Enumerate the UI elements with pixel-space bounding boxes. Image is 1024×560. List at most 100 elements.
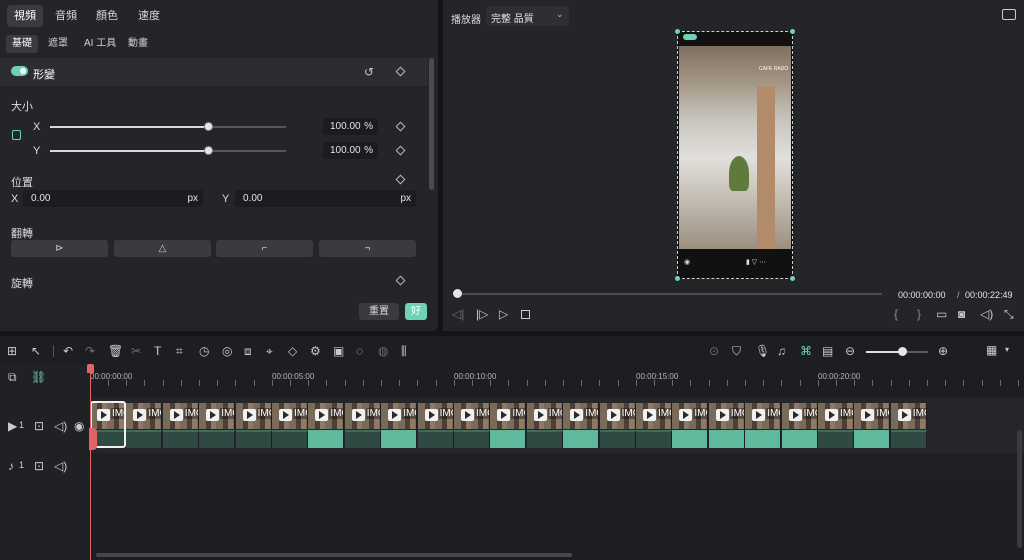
- crop-icon[interactable]: ⌗: [176, 345, 183, 357]
- add-track-icon[interactable]: ⧉: [8, 371, 17, 383]
- video-clip[interactable]: IMG: [636, 403, 672, 429]
- video-clip[interactable]: IMG: [199, 403, 236, 429]
- color-icon[interactable]: ◎: [222, 345, 232, 357]
- flip-vertical-button[interactable]: △: [114, 240, 211, 257]
- audio-waveform[interactable]: [818, 430, 854, 448]
- playhead[interactable]: [90, 364, 91, 560]
- subtab-ai-tools[interactable]: AI 工具: [78, 35, 122, 53]
- corner-handle[interactable]: [790, 29, 795, 34]
- rotate-left-button[interactable]: ⌐: [216, 240, 313, 257]
- scale-x-field[interactable]: 100.00%: [323, 118, 378, 135]
- mark-out-icon[interactable]: }: [917, 308, 921, 320]
- audio-wave-icon[interactable]: ⫼: [401, 345, 407, 357]
- ai-icon[interactable]: ◍: [378, 345, 388, 357]
- mute-track-icon[interactable]: ◁): [54, 460, 67, 472]
- reset-button[interactable]: 重置: [359, 303, 399, 320]
- undo-icon[interactable]: ↶: [63, 345, 73, 357]
- zoom-out-icon[interactable]: ⊖: [845, 345, 855, 357]
- link-icon[interactable]: ⛓: [31, 371, 46, 383]
- video-clip[interactable]: IMG: [126, 403, 163, 429]
- video-clip[interactable]: IMG: [890, 403, 927, 429]
- display-icon[interactable]: ▭: [936, 308, 947, 320]
- stop-icon[interactable]: [521, 310, 530, 319]
- pip-icon[interactable]: ▤: [822, 345, 833, 357]
- corner-handle[interactable]: [675, 29, 680, 34]
- rotate-right-button[interactable]: ¬: [319, 240, 416, 257]
- volume-icon[interactable]: ◁): [980, 308, 993, 320]
- video-clip[interactable]: IMG: [781, 403, 818, 429]
- time-ruler[interactable]: [90, 364, 1024, 390]
- mute-track-icon[interactable]: ◁): [54, 420, 67, 432]
- scale-x-slider-handle[interactable]: [204, 122, 214, 131]
- properties-scrollbar[interactable]: [429, 58, 434, 190]
- tab-color[interactable]: 顏色: [89, 5, 125, 27]
- video-clip[interactable]: IMG: [854, 403, 891, 429]
- position-y-field[interactable]: 0.00 px: [235, 190, 416, 207]
- freeze-icon[interactable]: ▣: [333, 345, 344, 357]
- zoom-slider-handle[interactable]: [898, 347, 907, 356]
- playback-progress-track[interactable]: [458, 293, 882, 295]
- select-tool-icon[interactable]: ↖: [31, 345, 41, 357]
- speed-icon[interactable]: ◷: [199, 345, 209, 357]
- transform-toggle[interactable]: [11, 66, 28, 76]
- render-icon[interactable]: ⊙: [709, 345, 719, 357]
- video-clip[interactable]: IMG: [272, 403, 308, 429]
- video-clip[interactable]: IMG: [672, 403, 709, 429]
- audio-waveform[interactable]: [308, 430, 345, 448]
- video-clip[interactable]: IMG: [526, 403, 563, 429]
- playhead-handle[interactable]: [87, 364, 94, 373]
- video-clip[interactable]: IMG: [708, 403, 745, 429]
- subtab-animation[interactable]: 動畫: [122, 35, 154, 53]
- microphone-icon[interactable]: 🎙: [755, 345, 770, 357]
- marker-icon[interactable]: ⛉: [732, 345, 741, 357]
- corner-handle[interactable]: [790, 276, 795, 281]
- delete-icon[interactable]: 🗑: [108, 345, 123, 357]
- audio-waveform[interactable]: [745, 430, 782, 448]
- snapshot-view-icon[interactable]: [1002, 9, 1016, 20]
- audio-waveform[interactable]: [636, 430, 672, 448]
- video-clip[interactable]: IMG: [235, 403, 272, 429]
- play-icon[interactable]: ▷: [499, 308, 508, 320]
- quality-dropdown[interactable]: 完整 品質 ⌄: [486, 6, 569, 26]
- visibility-icon[interactable]: ◉: [74, 420, 84, 432]
- prev-frame-icon[interactable]: ◁|: [452, 308, 464, 320]
- video-clip[interactable]: IMG: [417, 403, 454, 429]
- position-x-field[interactable]: 0.00 px: [23, 190, 203, 207]
- audio-waveform[interactable]: [162, 430, 199, 448]
- subtab-basic[interactable]: 基礎: [6, 35, 38, 53]
- split-icon[interactable]: ✂: [131, 345, 141, 357]
- keyframe-icon[interactable]: [395, 145, 406, 156]
- lock-track-icon[interactable]: ⊡: [34, 420, 44, 432]
- music-icon[interactable]: ♫: [777, 345, 786, 357]
- audio-waveform[interactable]: [454, 430, 490, 448]
- playback-progress-handle[interactable]: [453, 289, 462, 298]
- audio-waveform[interactable]: [381, 430, 418, 448]
- video-clip[interactable]: IMG: [563, 403, 600, 429]
- chevron-down-icon[interactable]: ▾: [1005, 344, 1009, 356]
- video-clip[interactable]: IMG: [381, 403, 418, 429]
- video-clip[interactable]: IMG: [818, 403, 854, 429]
- corner-handle[interactable]: [675, 276, 680, 281]
- text-icon[interactable]: T: [154, 345, 161, 357]
- keyframe-icon[interactable]: [395, 275, 406, 286]
- snap-icon[interactable]: ⌘: [800, 345, 812, 357]
- audio-waveform[interactable]: [890, 430, 927, 448]
- video-clip[interactable]: IMG: [454, 403, 490, 429]
- video-clip[interactable]: IMG: [308, 403, 345, 429]
- reset-icon[interactable]: ↺: [364, 66, 374, 78]
- scale-y-field[interactable]: 100.00%: [323, 142, 378, 159]
- flip-horizontal-button[interactable]: ⊳: [11, 240, 108, 257]
- redo-icon[interactable]: ↷: [85, 345, 95, 357]
- video-clip[interactable]: IMG: [344, 403, 381, 429]
- audio-waveform[interactable]: [526, 430, 563, 448]
- lock-track-icon[interactable]: ⊡: [34, 460, 44, 472]
- timeline-vertical-scrollbar[interactable]: [1017, 430, 1022, 548]
- video-clip[interactable]: IMG: [490, 403, 527, 429]
- audio-waveform[interactable]: [490, 430, 527, 448]
- fullscreen-icon[interactable]: ⤡: [1004, 308, 1014, 320]
- view-mode-icon[interactable]: ▦: [986, 344, 997, 356]
- video-clip[interactable]: IMG: [745, 403, 782, 429]
- stabilize-icon[interactable]: ⌖: [266, 345, 273, 357]
- ok-button[interactable]: 好: [405, 303, 427, 320]
- adjust-icon[interactable]: ⚙: [310, 345, 321, 357]
